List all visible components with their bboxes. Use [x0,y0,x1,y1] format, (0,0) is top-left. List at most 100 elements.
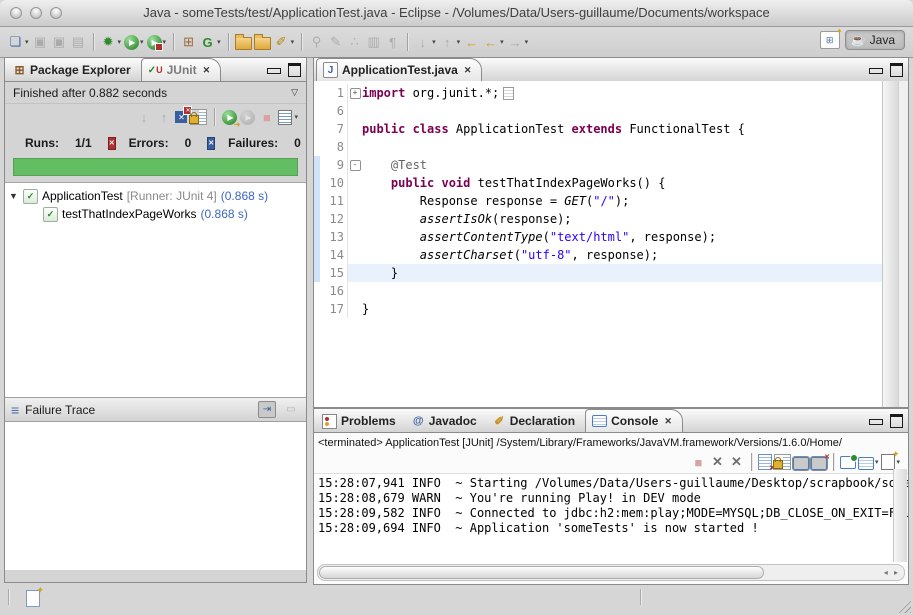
minimize-view-button[interactable] [267,68,281,74]
console-tab-console[interactable]: Console✕ [585,409,683,432]
back-icon[interactable]: ← [482,34,499,51]
failures-only-icon[interactable] [175,111,187,123]
run-icon[interactable] [124,35,139,50]
stop-test-icon[interactable]: ■ [258,109,275,126]
compare-result-icon: ▭ [282,401,300,418]
editor-overview-ruler[interactable] [898,81,908,407]
last-edit-location-icon[interactable]: ← [463,34,480,51]
open-type-icon[interactable] [235,37,252,50]
code-area[interactable]: 1+import org.junit.*;67public class Appl… [314,81,882,407]
console-tab-javadoc[interactable]: Javadoc [406,410,487,432]
scrollbar-thumb[interactable] [319,566,764,579]
forward-icon[interactable]: → [507,34,524,51]
test-run-history-dropdown[interactable]: ▾ [294,113,298,121]
format-brush-dropdown[interactable]: ▾ [291,38,295,46]
save-all-icon[interactable]: ▣ [51,34,68,51]
code-text: public class ApplicationTest extends Fun… [362,120,882,138]
java-perspective-button[interactable]: ☕ Java [845,30,905,50]
new-wizard-dropdown[interactable]: ▾ [25,38,29,46]
occurrences-icon[interactable]: ∴ [346,34,363,51]
title-bar: Java - someTests/test/ApplicationTest.ja… [0,0,913,27]
resize-grip-icon[interactable] [897,599,911,613]
next-annotation-icon[interactable]: ↓ [414,34,431,51]
fold-collapse-icon[interactable]: - [350,160,361,171]
open-console-icon[interactable] [881,454,895,470]
previous-failure-icon[interactable]: ↑ [155,109,172,126]
debug-dropdown[interactable]: ▾ [118,38,122,46]
show-whitespace-icon[interactable]: ¶ [384,34,401,51]
new-play-project-dropdown[interactable]: ▾ [217,38,221,46]
junit-tree-item[interactable]: ▼✓ApplicationTest[Runner: JUnit 4](0.868… [5,187,306,205]
folded-region-icon[interactable] [503,87,514,100]
line-number: 7 [320,120,347,138]
show-on-stdout-icon[interactable] [793,457,809,470]
save-icon[interactable]: ▣ [32,34,49,51]
new-wizard-icon[interactable]: ❏ [7,34,24,51]
remove-all-terminated-icon[interactable]: ✕ [728,454,745,471]
console-horizontal-scrollbar[interactable]: ◂ ▸ [317,564,905,581]
close-icon[interactable]: ✕ [203,65,211,76]
display-selected-console-dropdown[interactable]: ▾ [875,458,879,466]
search-icon[interactable]: ⚲ [308,34,325,51]
previous-annotation-icon[interactable]: ↑ [439,34,456,51]
back-dropdown[interactable]: ▾ [500,38,504,46]
maximize-console-button[interactable] [890,414,903,428]
minimize-window-button[interactable] [30,7,42,19]
show-source-icon[interactable]: ▥ [365,34,382,51]
open-perspective-icon[interactable]: ⊞ [820,31,840,49]
rerun-test-icon[interactable] [222,110,237,125]
editor-tab-applicationtest-java[interactable]: ApplicationTest.java✕ [316,58,482,81]
next-failure-icon[interactable]: ↓ [135,109,152,126]
mark-occurrences-icon[interactable]: ✎ [327,34,344,51]
minimize-console-button[interactable] [869,419,883,425]
rerun-failed-first-icon[interactable] [240,110,255,125]
console-tab-problems[interactable]: Problems [316,410,406,432]
fast-view-icon[interactable] [26,590,40,607]
clear-console-icon[interactable] [758,454,772,470]
failure-trace-label: Failure Trace [25,403,95,417]
test-run-history-icon[interactable] [278,110,292,125]
run-dropdown[interactable]: ▾ [140,38,144,46]
external-tools-icon[interactable] [147,35,162,50]
view-menu-chevron-icon[interactable]: ▽ [291,87,298,98]
console-tab-declaration[interactable]: Declaration [487,410,585,432]
twisty-icon[interactable]: ▼ [9,191,19,201]
console-vertical-scrollbar[interactable] [893,469,907,562]
print-icon[interactable]: ▤ [70,34,87,51]
show-on-stderr-icon[interactable] [811,457,827,470]
fold-ruler [347,102,362,120]
minimize-editor-button[interactable] [869,68,883,74]
new-play-project-icon[interactable]: G [199,34,216,51]
console-log[interactable]: 15:28:07,941 INFO ~ Starting /Volumes/Da… [314,473,908,566]
display-selected-console-icon[interactable] [858,457,874,470]
scroll-lock-icon[interactable] [190,109,207,125]
open-resource-icon[interactable] [254,37,271,50]
view-tab-junit[interactable]: JUnit✕ [141,58,221,81]
external-tools-dropdown[interactable]: ▾ [163,38,167,46]
tab-label: Problems [341,414,396,428]
next-annotation-dropdown[interactable]: ▾ [432,38,436,46]
new-java-project-icon[interactable]: ⊞ [180,34,197,51]
editor-vertical-scrollbar[interactable] [882,81,898,407]
filter-stack-trace-icon[interactable]: ⇥ [258,401,276,418]
pin-console-icon[interactable] [840,456,856,469]
previous-annotation-dropdown[interactable]: ▾ [457,38,461,46]
forward-dropdown[interactable]: ▾ [525,38,529,46]
close-icon[interactable]: ✕ [464,65,472,76]
terminate-icon[interactable]: ■ [690,454,707,471]
zoom-window-button[interactable] [50,7,62,19]
close-icon[interactable]: ✕ [664,416,672,427]
debug-icon[interactable]: ✹ [100,34,117,51]
format-brush-icon[interactable]: ✐ [273,34,290,51]
scrollbar-arrows[interactable]: ◂ ▸ [884,568,904,577]
fold-expand-icon[interactable]: + [350,88,361,99]
maximize-view-button[interactable] [288,63,301,77]
junit-tree-item[interactable]: ✓testThatIndexPageWorks(0.868 s) [5,205,306,223]
console-scroll-lock-icon[interactable] [774,454,791,470]
close-window-button[interactable] [10,7,22,19]
editor-area[interactable]: 1+import org.junit.*;67public class Appl… [314,81,908,407]
view-tab-package-explorer[interactable]: Package Explorer [7,59,141,81]
failure-trace-menu-icon[interactable]: ≡ [11,402,19,418]
remove-launch-icon[interactable]: ✕ [709,454,726,471]
maximize-editor-button[interactable] [890,63,903,77]
